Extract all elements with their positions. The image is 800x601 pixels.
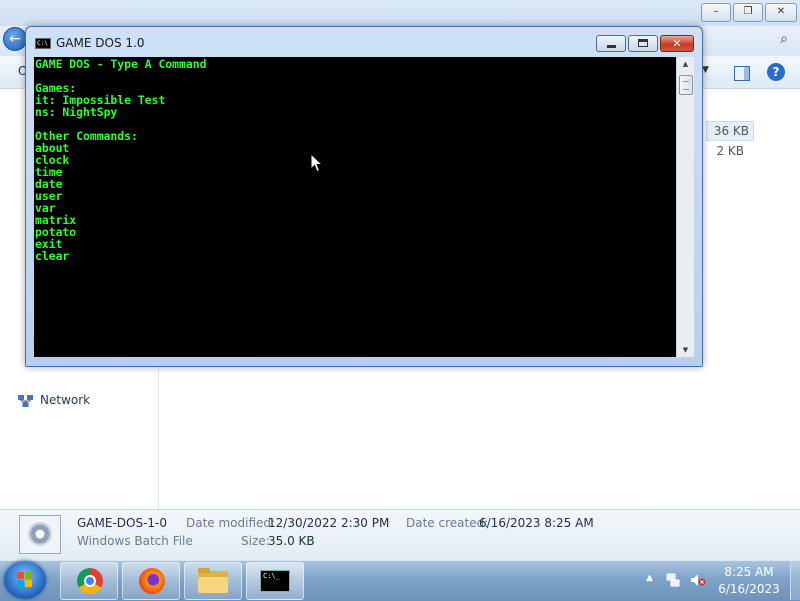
clock-time[interactable]: 8:25 AM xyxy=(716,565,782,579)
scroll-down-arrow-icon[interactable]: ▼ xyxy=(677,343,694,357)
network-label: Network xyxy=(40,393,91,407)
console-scrollbar[interactable]: ▲ ▼ xyxy=(676,57,694,357)
network-icon xyxy=(18,395,33,407)
taskbar-command-prompt-button[interactable]: C:\_ xyxy=(246,562,304,600)
search-icon[interactable]: ⌕ xyxy=(772,28,796,50)
details-file-type: Windows Batch File xyxy=(77,534,193,548)
batch-file-icon xyxy=(19,515,61,554)
preview-pane-icon[interactable] xyxy=(734,66,750,81)
console-title: GAME DOS 1.0 xyxy=(56,36,145,50)
help-icon[interactable]: ? xyxy=(767,63,785,81)
details-pane: GAME-DOS-1-0 Windows Batch File Date mod… xyxy=(0,509,800,561)
file-size-cell[interactable]: 36 KB xyxy=(706,121,754,141)
show-desktop-button[interactable] xyxy=(790,561,800,600)
firefox-icon xyxy=(139,568,165,594)
taskbar-chrome-button[interactable] xyxy=(60,562,118,600)
taskbar xyxy=(0,560,800,601)
explorer-maximize-button[interactable]: ❐ xyxy=(733,3,763,22)
scroll-up-arrow-icon[interactable]: ▲ xyxy=(677,57,694,71)
console-line: clear xyxy=(35,249,70,263)
chrome-icon xyxy=(77,568,103,594)
scroll-thumb[interactable] xyxy=(679,75,693,95)
mouse-cursor-icon xyxy=(310,153,324,173)
console-minimize-button[interactable] xyxy=(596,35,626,52)
details-date-created-label: Date created: xyxy=(406,516,489,530)
console-close-button[interactable]: ✕ xyxy=(660,35,694,52)
explorer-minimize-button[interactable]: – xyxy=(701,3,731,22)
console-output[interactable]: GAME DOS - Type A Command Games: it: Imp… xyxy=(34,57,676,357)
console-line: GAME DOS - Type A Command xyxy=(35,57,207,71)
taskbar-firefox-button[interactable] xyxy=(122,562,180,600)
clock-date[interactable]: 6/16/2023 xyxy=(716,582,782,596)
details-file-name: GAME-DOS-1-0 xyxy=(77,516,168,530)
command-prompt-icon: C:\_ xyxy=(260,570,290,592)
details-date-modified-value: 12/30/2022 2:30 PM xyxy=(268,516,390,530)
folder-icon xyxy=(198,568,228,593)
volume-muted-icon[interactable] xyxy=(690,573,706,587)
explorer-close-button[interactable]: ✕ xyxy=(765,3,797,22)
details-size-label: Size: xyxy=(241,534,270,548)
start-button[interactable] xyxy=(4,561,46,599)
console-maximize-button[interactable] xyxy=(628,35,658,52)
console-app-icon[interactable]: C:\ xyxy=(35,38,51,49)
console-titlebar[interactable]: C:\ GAME DOS 1.0 ✕ xyxy=(26,27,702,57)
show-hidden-icons-icon[interactable]: ▲ xyxy=(646,573,653,583)
details-size-value: 35.0 KB xyxy=(268,534,315,548)
file-size-cell[interactable]: 2 KB xyxy=(706,143,744,159)
view-dropdown-icon[interactable]: ▼ xyxy=(702,65,709,75)
console-window: C:\ GAME DOS 1.0 ✕ GAME DOS - Type A Com… xyxy=(25,26,703,367)
console-line: ns: NightSpy xyxy=(35,105,118,119)
taskbar-explorer-button[interactable] xyxy=(184,562,242,600)
details-date-created-value: 6/16/2023 8:25 AM xyxy=(479,516,594,530)
details-date-modified-label: Date modified: xyxy=(186,516,276,530)
explorer-titlebar: – ❐ ✕ xyxy=(0,0,800,26)
back-button[interactable]: ← xyxy=(3,27,27,51)
network-tray-icon[interactable] xyxy=(666,573,680,587)
windows-logo-icon xyxy=(17,572,33,588)
